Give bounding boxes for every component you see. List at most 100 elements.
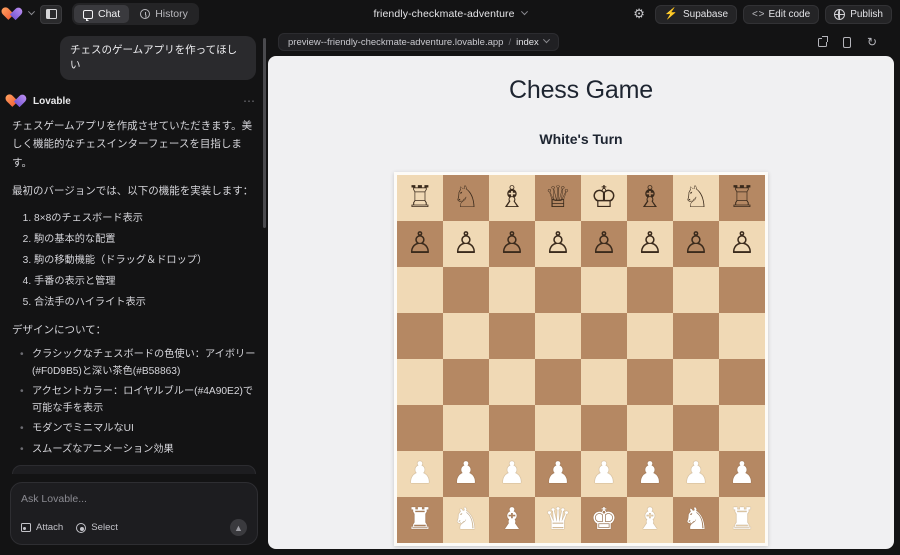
board-square[interactable]: ♕ — [535, 175, 581, 221]
board-square[interactable] — [489, 405, 535, 451]
board-square[interactable] — [627, 359, 673, 405]
board-square[interactable]: ♟ — [581, 451, 627, 497]
board-square[interactable] — [443, 313, 489, 359]
select-button[interactable]: Select — [76, 522, 118, 533]
chess-piece[interactable]: ♝ — [637, 505, 664, 535]
board-square[interactable] — [397, 359, 443, 405]
board-square[interactable]: ♝ — [489, 497, 535, 543]
project-selector[interactable]: friendly-checkmate-adventure — [373, 7, 528, 20]
chess-piece[interactable]: ♗ — [499, 183, 526, 213]
board-square[interactable] — [397, 405, 443, 451]
board-square[interactable]: ♖ — [719, 175, 765, 221]
board-square[interactable]: ♔ — [581, 175, 627, 221]
chess-piece[interactable]: ♙ — [407, 229, 434, 259]
lovable-heart-icon[interactable] — [8, 7, 23, 21]
chess-piece[interactable]: ♜ — [729, 505, 756, 535]
chevron-down-icon[interactable] — [27, 7, 36, 15]
board-square[interactable]: ♟ — [535, 451, 581, 497]
chess-piece[interactable]: ♛ — [545, 505, 572, 535]
edit-code-card[interactable]: < > Edit #1 • Create chess game applicat… — [12, 464, 256, 474]
board-square[interactable] — [535, 359, 581, 405]
board-square[interactable]: ♙ — [443, 221, 489, 267]
board-square[interactable] — [673, 405, 719, 451]
chess-piece[interactable]: ♙ — [729, 229, 756, 259]
board-square[interactable] — [443, 359, 489, 405]
settings-button[interactable] — [629, 5, 649, 24]
board-square[interactable]: ♙ — [673, 221, 719, 267]
chess-piece[interactable]: ♖ — [407, 183, 434, 213]
chess-piece[interactable]: ♘ — [683, 183, 710, 213]
chat-scroll-area[interactable]: チェスのゲームアプリを作ってほしい Lovable ⋯ チェスゲームアプリを作成… — [0, 28, 268, 474]
board-square[interactable] — [581, 267, 627, 313]
board-square[interactable] — [581, 313, 627, 359]
board-square[interactable]: ♛ — [535, 497, 581, 543]
board-square[interactable] — [443, 405, 489, 451]
board-square[interactable] — [673, 267, 719, 313]
chess-piece[interactable]: ♝ — [499, 505, 526, 535]
board-square[interactable] — [627, 405, 673, 451]
board-square[interactable] — [719, 405, 765, 451]
chess-piece[interactable]: ♟ — [683, 459, 710, 489]
chess-piece[interactable]: ♞ — [683, 505, 710, 535]
board-square[interactable]: ♙ — [535, 221, 581, 267]
board-square[interactable]: ♞ — [673, 497, 719, 543]
board-square[interactable]: ♟ — [489, 451, 535, 497]
sidebar-panel-icon[interactable] — [40, 4, 62, 24]
reload-preview-button[interactable]: ↻ — [866, 36, 878, 48]
chess-piece[interactable]: ♙ — [545, 229, 572, 259]
tab-history[interactable]: History — [131, 5, 197, 23]
open-in-new-tab-button[interactable] — [816, 36, 828, 48]
board-square[interactable] — [489, 267, 535, 313]
board-square[interactable]: ♜ — [719, 497, 765, 543]
board-square[interactable]: ♟ — [673, 451, 719, 497]
board-square[interactable]: ♟ — [719, 451, 765, 497]
board-square[interactable] — [535, 267, 581, 313]
edit-code-button[interactable]: < > Edit code — [743, 4, 820, 24]
board-square[interactable] — [627, 267, 673, 313]
board-square[interactable] — [581, 405, 627, 451]
ellipsis-icon[interactable]: ⋯ — [243, 95, 256, 107]
chess-piece[interactable]: ♙ — [499, 229, 526, 259]
chess-piece[interactable]: ♘ — [453, 183, 480, 213]
board-square[interactable]: ♘ — [673, 175, 719, 221]
chess-piece[interactable]: ♜ — [407, 505, 434, 535]
chess-piece[interactable]: ♟ — [729, 459, 756, 489]
board-square[interactable] — [719, 359, 765, 405]
board-square[interactable]: ♝ — [627, 497, 673, 543]
board-square[interactable]: ♗ — [489, 175, 535, 221]
tab-chat[interactable]: Chat — [74, 5, 130, 23]
board-square[interactable]: ♙ — [489, 221, 535, 267]
board-square[interactable]: ♟ — [397, 451, 443, 497]
board-square[interactable] — [397, 267, 443, 313]
board-square[interactable] — [489, 313, 535, 359]
board-square[interactable] — [581, 359, 627, 405]
board-square[interactable] — [535, 405, 581, 451]
toggle-device-view-button[interactable] — [841, 36, 853, 48]
chevron-down-icon[interactable] — [542, 35, 550, 43]
board-square[interactable]: ♙ — [397, 221, 443, 267]
chess-piece[interactable]: ♗ — [637, 183, 664, 213]
chess-piece[interactable]: ♟ — [545, 459, 572, 489]
preview-url-bar[interactable]: preview--friendly-checkmate-adventure.lo… — [278, 33, 559, 51]
chess-piece[interactable]: ♖ — [729, 183, 756, 213]
board-square[interactable] — [719, 267, 765, 313]
chess-piece[interactable]: ♟ — [407, 459, 434, 489]
board-square[interactable]: ♙ — [627, 221, 673, 267]
publish-button[interactable]: Publish — [825, 4, 892, 24]
board-square[interactable] — [673, 313, 719, 359]
board-square[interactable] — [535, 313, 581, 359]
board-square[interactable]: ♖ — [397, 175, 443, 221]
message-input[interactable]: Ask Lovable... — [21, 493, 247, 505]
chevron-down-icon[interactable] — [520, 7, 528, 15]
message-composer[interactable]: Ask Lovable... Attach Select ▲ — [10, 482, 258, 545]
chess-piece[interactable]: ♞ — [453, 505, 480, 535]
board-square[interactable]: ♜ — [397, 497, 443, 543]
chess-piece[interactable]: ♟ — [637, 459, 664, 489]
board-square[interactable]: ♟ — [627, 451, 673, 497]
chess-piece[interactable]: ♙ — [591, 229, 618, 259]
board-square[interactable]: ♞ — [443, 497, 489, 543]
chess-piece[interactable]: ♕ — [545, 183, 572, 213]
chess-piece[interactable]: ♙ — [453, 229, 480, 259]
board-square[interactable]: ♟ — [443, 451, 489, 497]
chess-piece[interactable]: ♚ — [591, 505, 618, 535]
